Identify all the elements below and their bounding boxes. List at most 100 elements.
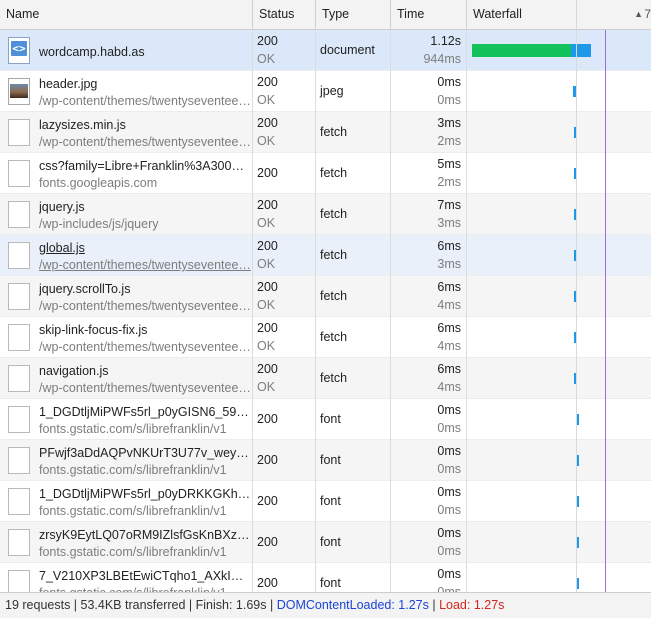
request-latency: 4ms — [437, 339, 461, 353]
status-summary: 19 requests | 53.4KB transferred | Finis… — [5, 598, 277, 612]
request-name[interactable]: lazysizes.min.js — [39, 118, 251, 132]
request-name-cell[interactable]: navigation.js/wp-content/themes/twentyse… — [0, 358, 253, 399]
request-type: font — [320, 535, 341, 549]
request-name[interactable]: header.jpg — [39, 77, 251, 91]
request-waterfall-cell[interactable] — [467, 71, 651, 112]
request-name[interactable]: jquery.js — [39, 200, 251, 214]
request-waterfall-cell[interactable] — [467, 276, 651, 317]
sort-ascending-icon[interactable]: ▲ — [634, 0, 643, 29]
request-name[interactable]: 7_V210XP3LBEtEwiCTqho1_AXkIQP… — [39, 569, 251, 583]
column-header-waterfall[interactable]: Waterfall ▲ 7 — [467, 0, 651, 30]
request-type-cell: jpeg — [316, 71, 391, 112]
dom-content-loaded-time: DOMContentLoaded: 1.27s — [276, 598, 429, 612]
request-row[interactable]: zrsyK9EytLQ07oRM9IZlsfGsKnBXzC… fonts.gst… — [0, 522, 651, 563]
request-name-cell[interactable]: jquery.scrollTo.js/wp-content/themes/twe… — [0, 276, 253, 317]
request-time: 0ms — [437, 567, 461, 581]
request-type: jpeg — [320, 84, 344, 98]
request-row[interactable]: jquery.js/wp-includes/js/jquery 200 OK fetc… — [0, 194, 651, 235]
request-row[interactable]: css?family=Libre+Franklin%3A300%… fonts.g… — [0, 153, 651, 194]
request-time: 0ms — [437, 485, 461, 499]
request-status-cell: 200 — [253, 522, 316, 563]
request-waterfall-cell[interactable] — [467, 440, 651, 481]
request-name-cell[interactable]: global.js/wp-content/themes/twentysevent… — [0, 235, 253, 276]
waterfall-waiting-bar — [472, 44, 571, 57]
request-row[interactable]: 1_DGDtljMiPWFs5rl_p0yGISN6_59E… fonts.gst… — [0, 399, 651, 440]
request-row[interactable]: header.jpg/wp-content/themes/twentyseven… — [0, 71, 651, 112]
status-code: 200 — [257, 494, 278, 508]
request-waterfall-cell[interactable] — [467, 563, 651, 592]
request-path: /wp-content/themes/twentyseventee… — [39, 381, 251, 395]
request-name[interactable]: jquery.scrollTo.js — [39, 282, 251, 296]
request-row[interactable]: <> wordcamp.habd.as 200 OK document 1.12s 944m… — [0, 30, 651, 71]
request-time: 6ms — [437, 239, 461, 253]
request-name-cell[interactable]: 7_V210XP3LBEtEwiCTqho1_AXkIQP…fonts.gsta… — [0, 563, 253, 592]
request-name[interactable]: wordcamp.habd.as — [39, 45, 251, 59]
request-name-cell[interactable]: zrsyK9EytLQ07oRM9IZlsfGsKnBXzC… fonts.gst… — [0, 522, 253, 563]
request-time: 0ms — [437, 444, 461, 458]
request-path: /wp-content/themes/twentyseventee… — [39, 135, 251, 149]
request-time: 7ms — [437, 198, 461, 212]
request-waterfall-cell[interactable] — [467, 399, 651, 440]
request-name-cell[interactable]: PFwjf3aDdAQPvNKUrT3U77v_weys7… fonts.gsta… — [0, 440, 253, 481]
request-time: 1.12s — [430, 34, 461, 48]
request-row[interactable]: navigation.js/wp-content/themes/twentyse… — [0, 358, 651, 399]
request-name-cell[interactable]: skip-link-focus-fix.js/wp-content/themes… — [0, 317, 253, 358]
request-status-cell: 200 — [253, 481, 316, 522]
request-name[interactable]: skip-link-focus-fix.js — [39, 323, 251, 337]
request-name-cell[interactable]: 1_DGDtljMiPWFs5rl_p0yDRKKGKhX… fonts.gsta… — [0, 481, 253, 522]
request-waterfall-cell[interactable] — [467, 522, 651, 563]
request-waterfall-cell[interactable] — [467, 481, 651, 522]
request-name-cell[interactable]: jquery.js/wp-includes/js/jquery — [0, 194, 253, 235]
file-icon — [8, 201, 30, 228]
request-waterfall-cell[interactable] — [467, 194, 651, 235]
status-text: OK — [257, 52, 276, 66]
column-header-name[interactable]: Name — [0, 0, 253, 30]
request-status-cell: 200 OK — [253, 112, 316, 153]
request-status-cell: 200 — [253, 563, 316, 592]
request-path: fonts.gstatic.com/s/librefranklin/v1 — [39, 463, 227, 477]
request-row[interactable]: jquery.scrollTo.js/wp-content/themes/twe… — [0, 276, 651, 317]
request-type-cell: document — [316, 30, 391, 71]
request-row[interactable]: global.js/wp-content/themes/twentysevent… — [0, 235, 651, 276]
request-time: 5ms — [437, 157, 461, 171]
request-name-cell[interactable]: 1_DGDtljMiPWFs5rl_p0yGISN6_59E… fonts.gst… — [0, 399, 253, 440]
column-header-type[interactable]: Type — [316, 0, 391, 30]
file-icon — [8, 119, 30, 146]
request-name[interactable]: navigation.js — [39, 364, 251, 378]
request-name-cell[interactable]: css?family=Libre+Franklin%3A300%… fonts.g… — [0, 153, 253, 194]
request-latency: 3ms — [437, 257, 461, 271]
request-waterfall-cell[interactable] — [467, 153, 651, 194]
column-header-time[interactable]: Time — [391, 0, 467, 30]
request-waterfall-cell[interactable] — [467, 317, 651, 358]
request-waterfall-cell[interactable] — [467, 112, 651, 153]
request-name-cell[interactable]: <> wordcamp.habd.as — [0, 30, 253, 71]
request-waterfall-cell[interactable] — [467, 358, 651, 399]
request-type-cell: font — [316, 522, 391, 563]
request-row[interactable]: lazysizes.min.js/wp-content/themes/twent… — [0, 112, 651, 153]
request-row[interactable]: PFwjf3aDdAQPvNKUrT3U77v_weys7… fonts.gsta… — [0, 440, 651, 481]
column-header-status[interactable]: Status — [253, 0, 316, 30]
status-code: 200 — [257, 412, 278, 426]
request-row[interactable]: skip-link-focus-fix.js/wp-content/themes… — [0, 317, 651, 358]
request-time-cell: 0ms 0ms — [391, 563, 467, 592]
status-code: 200 — [257, 34, 278, 48]
file-icon — [8, 365, 30, 392]
request-name[interactable]: global.js — [39, 241, 251, 255]
request-waterfall-cell[interactable] — [467, 235, 651, 276]
request-name-cell[interactable]: lazysizes.min.js/wp-content/themes/twent… — [0, 112, 253, 153]
status-code: 200 — [257, 198, 278, 212]
request-name[interactable]: 1_DGDtljMiPWFs5rl_p0yDRKKGKhX… — [39, 487, 251, 501]
request-time: 6ms — [437, 321, 461, 335]
request-row[interactable]: 7_V210XP3LBEtEwiCTqho1_AXkIQP…fonts.gsta… — [0, 563, 651, 592]
request-row[interactable]: 1_DGDtljMiPWFs5rl_p0yDRKKGKhX… fonts.gsta… — [0, 481, 651, 522]
request-waterfall-cell[interactable] — [467, 30, 651, 71]
request-name-cell[interactable]: header.jpg/wp-content/themes/twentyseven… — [0, 71, 253, 112]
status-text: OK — [257, 380, 276, 394]
request-time-cell: 5ms 2ms — [391, 153, 467, 194]
request-time-cell: 7ms 3ms — [391, 194, 467, 235]
request-name[interactable]: PFwjf3aDdAQPvNKUrT3U77v_weys7… — [39, 446, 251, 460]
request-name[interactable]: zrsyK9EytLQ07oRM9IZlsfGsKnBXzC… — [39, 528, 251, 542]
status-text: OK — [257, 134, 276, 148]
request-name[interactable]: css?family=Libre+Franklin%3A300%… — [39, 159, 251, 173]
request-name[interactable]: 1_DGDtljMiPWFs5rl_p0yGISN6_59E… — [39, 405, 251, 419]
